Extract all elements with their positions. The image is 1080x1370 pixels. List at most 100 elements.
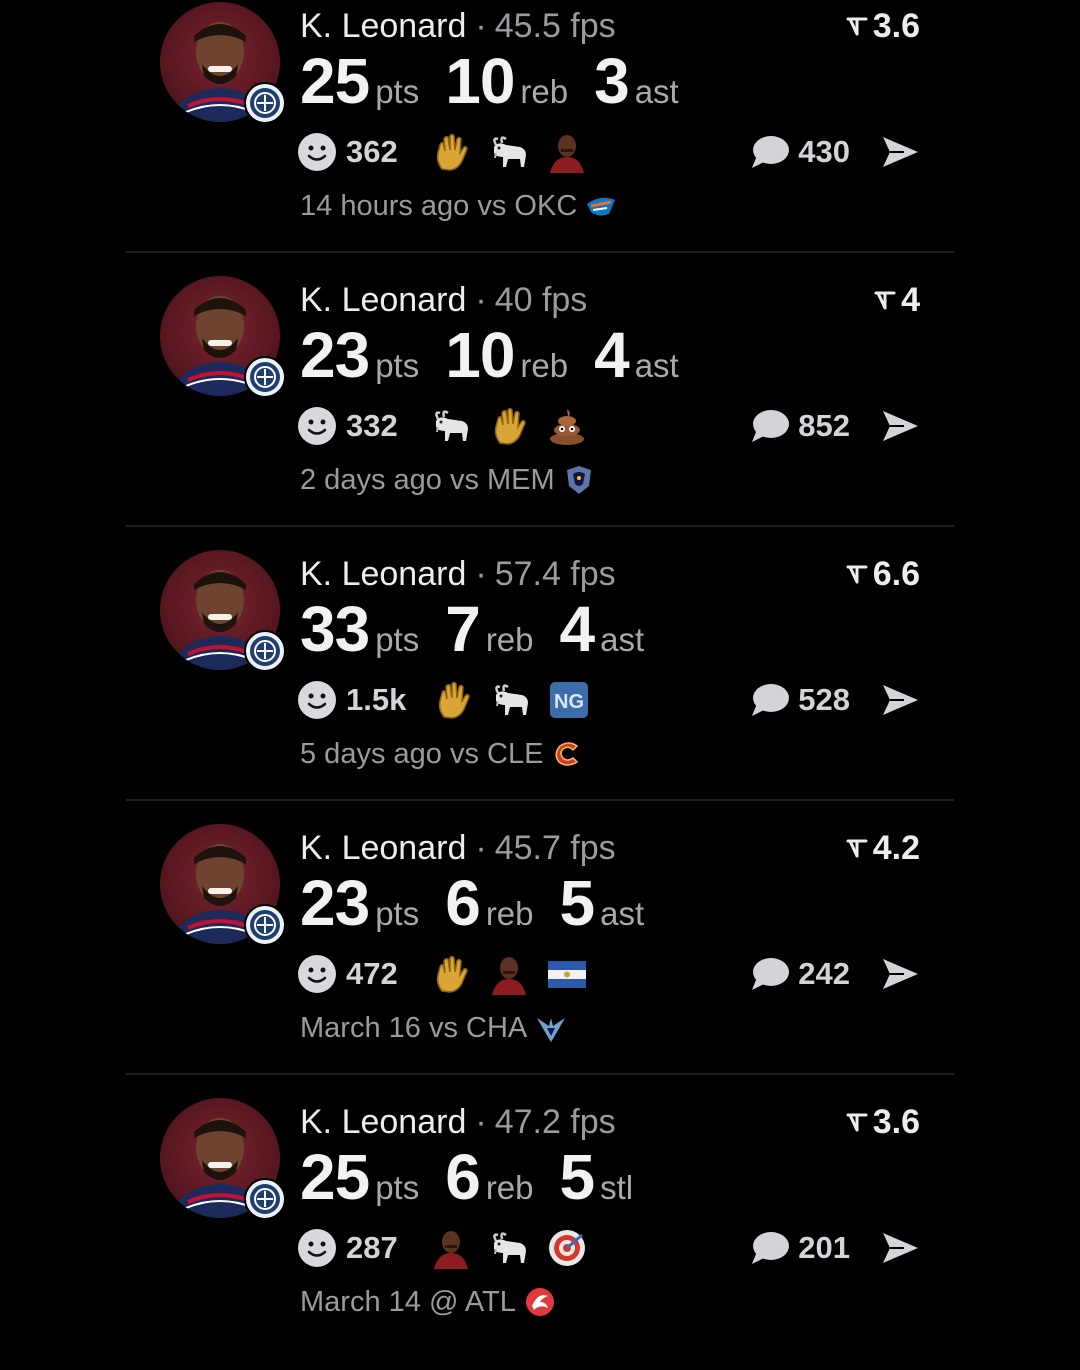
rating[interactable]: 3.6 [846, 6, 920, 46]
stat-value: 4 [559, 593, 596, 665]
separator-dot: · [475, 829, 487, 867]
funnel-icon [846, 565, 868, 584]
atl-logo-icon [524, 1286, 556, 1318]
divider [126, 799, 954, 801]
rating[interactable]: 3.6 [846, 1102, 920, 1142]
game-card[interactable]: K. Leonard · 40 fps 4 23 pts 10 reb 4 ast 332… [0, 274, 1080, 548]
bullseye-icon[interactable] [546, 1227, 588, 1269]
game-meta[interactable]: 14 hours ago vs OKC [300, 188, 617, 224]
stat-line: 25 pts 10 reb 3 ast [300, 46, 705, 116]
game-meta[interactable]: 5 days ago vs CLE [300, 736, 583, 772]
ng-badge-icon[interactable]: NG [548, 679, 590, 721]
player-avatar[interactable] [160, 550, 286, 674]
game-meta[interactable]: 2 days ago vs MEM [300, 462, 595, 498]
comments[interactable]: 242 [750, 952, 920, 996]
player-name[interactable]: K. Leonard [300, 555, 466, 593]
comments[interactable]: 528 [750, 678, 920, 722]
stat-label: reb [485, 621, 534, 658]
funnel-icon [846, 17, 868, 36]
comment-count: 528 [798, 682, 850, 717]
game-meta[interactable]: March 16 vs CHA [300, 1010, 567, 1046]
game-meta[interactable]: March 14 @ ATL [300, 1284, 556, 1320]
reactions-bar: 1.5k NG [298, 678, 606, 722]
stat-label: stl [600, 1169, 634, 1206]
comments[interactable]: 430 [750, 130, 920, 174]
stat-label: reb [485, 895, 534, 932]
divider [126, 251, 954, 253]
raised-hand-icon[interactable] [432, 679, 474, 721]
rating[interactable]: 4.2 [846, 828, 920, 868]
post-header: K. Leonard · 45.7 fps [300, 828, 616, 868]
smiley-icon[interactable] [298, 1229, 336, 1267]
player-face-icon[interactable] [488, 953, 530, 995]
smiley-icon[interactable] [298, 955, 336, 993]
player-name[interactable]: K. Leonard [300, 1103, 466, 1141]
player-name[interactable]: K. Leonard [300, 281, 466, 319]
player-name[interactable]: K. Leonard [300, 829, 466, 867]
raised-hand-icon[interactable] [430, 131, 472, 173]
game-date-opponent: 14 hours ago vs OKC [300, 190, 578, 222]
post-header: K. Leonard · 45.5 fps [300, 6, 616, 46]
stat-value: 23 [300, 319, 370, 391]
game-card[interactable]: K. Leonard · 45.7 fps 4.2 23 pts 6 reb 5 ast … [0, 822, 1080, 1096]
post-header: K. Leonard · 47.2 fps [300, 1102, 616, 1142]
player-face-icon[interactable] [546, 131, 588, 173]
reaction-count[interactable]: 287 [346, 1230, 404, 1266]
okc-logo-icon [585, 190, 617, 222]
rating-value: 3.6 [872, 1103, 920, 1141]
stat-label: pts [375, 347, 420, 384]
poop-icon[interactable] [546, 405, 588, 447]
smiley-icon[interactable] [298, 681, 336, 719]
stat-label: pts [375, 895, 420, 932]
comments[interactable]: 852 [750, 404, 920, 448]
stat-value: 10 [445, 45, 515, 117]
goat-icon[interactable] [488, 131, 530, 173]
comments[interactable]: 201 [750, 1226, 920, 1270]
goat-icon[interactable] [490, 679, 532, 721]
stat-value: 3 [594, 45, 630, 117]
stat-steals: 5 stl [560, 1142, 634, 1212]
share-send-icon [883, 959, 918, 989]
stat-points: 33 pts [300, 594, 419, 664]
funnel-icon [846, 839, 868, 858]
goat-icon[interactable] [430, 405, 472, 447]
stat-assists: 4 ast [560, 594, 645, 664]
reaction-count[interactable]: 1.5k [346, 682, 406, 718]
stat-label: ast [600, 895, 645, 932]
reaction-count[interactable]: 332 [346, 408, 404, 444]
stat-label: reb [520, 347, 569, 384]
stat-label: pts [375, 621, 420, 658]
stat-line: 23 pts 6 reb 5 ast [300, 868, 670, 938]
el-salvador-flag-icon[interactable] [546, 953, 588, 995]
game-card[interactable]: K. Leonard · 57.4 fps 6.6 33 pts 7 reb 4 ast … [0, 548, 1080, 822]
share-send-icon [883, 411, 918, 441]
player-avatar[interactable] [160, 276, 286, 400]
stat-assists: 3 ast [594, 46, 679, 116]
post-header: K. Leonard · 40 fps [300, 280, 587, 320]
post-header: K. Leonard · 57.4 fps [300, 554, 616, 594]
goat-icon[interactable] [488, 1227, 530, 1269]
game-date-opponent: 5 days ago vs CLE [300, 738, 544, 770]
stat-line: 33 pts 7 reb 4 ast [300, 594, 670, 664]
team-badge-icon [244, 356, 286, 398]
smiley-icon[interactable] [298, 407, 336, 445]
player-avatar[interactable] [160, 1098, 286, 1222]
player-avatar[interactable] [160, 2, 286, 126]
player-avatar[interactable] [160, 824, 286, 948]
reaction-count[interactable]: 472 [346, 956, 404, 992]
game-date-opponent: 2 days ago vs MEM [300, 464, 555, 496]
rating[interactable]: 6.6 [846, 554, 920, 594]
fantasy-points: 57.4 fps [494, 555, 616, 593]
smiley-icon[interactable] [298, 133, 336, 171]
raised-hand-icon[interactable] [488, 405, 530, 447]
comment-count: 201 [798, 1230, 850, 1265]
separator-dot: · [475, 281, 487, 319]
game-card[interactable]: K. Leonard · 45.5 fps 3.6 25 pts 10 reb 3 ast… [0, 0, 1080, 274]
raised-hand-icon[interactable] [430, 953, 472, 995]
game-card[interactable]: K. Leonard · 47.2 fps 3.6 25 pts 6 reb 5 stl … [0, 1096, 1080, 1370]
player-face-icon[interactable] [430, 1227, 472, 1269]
cha-logo-icon [535, 1012, 567, 1044]
reaction-count[interactable]: 362 [346, 134, 404, 170]
player-name[interactable]: K. Leonard [300, 7, 466, 45]
rating[interactable]: 4 [874, 280, 920, 320]
